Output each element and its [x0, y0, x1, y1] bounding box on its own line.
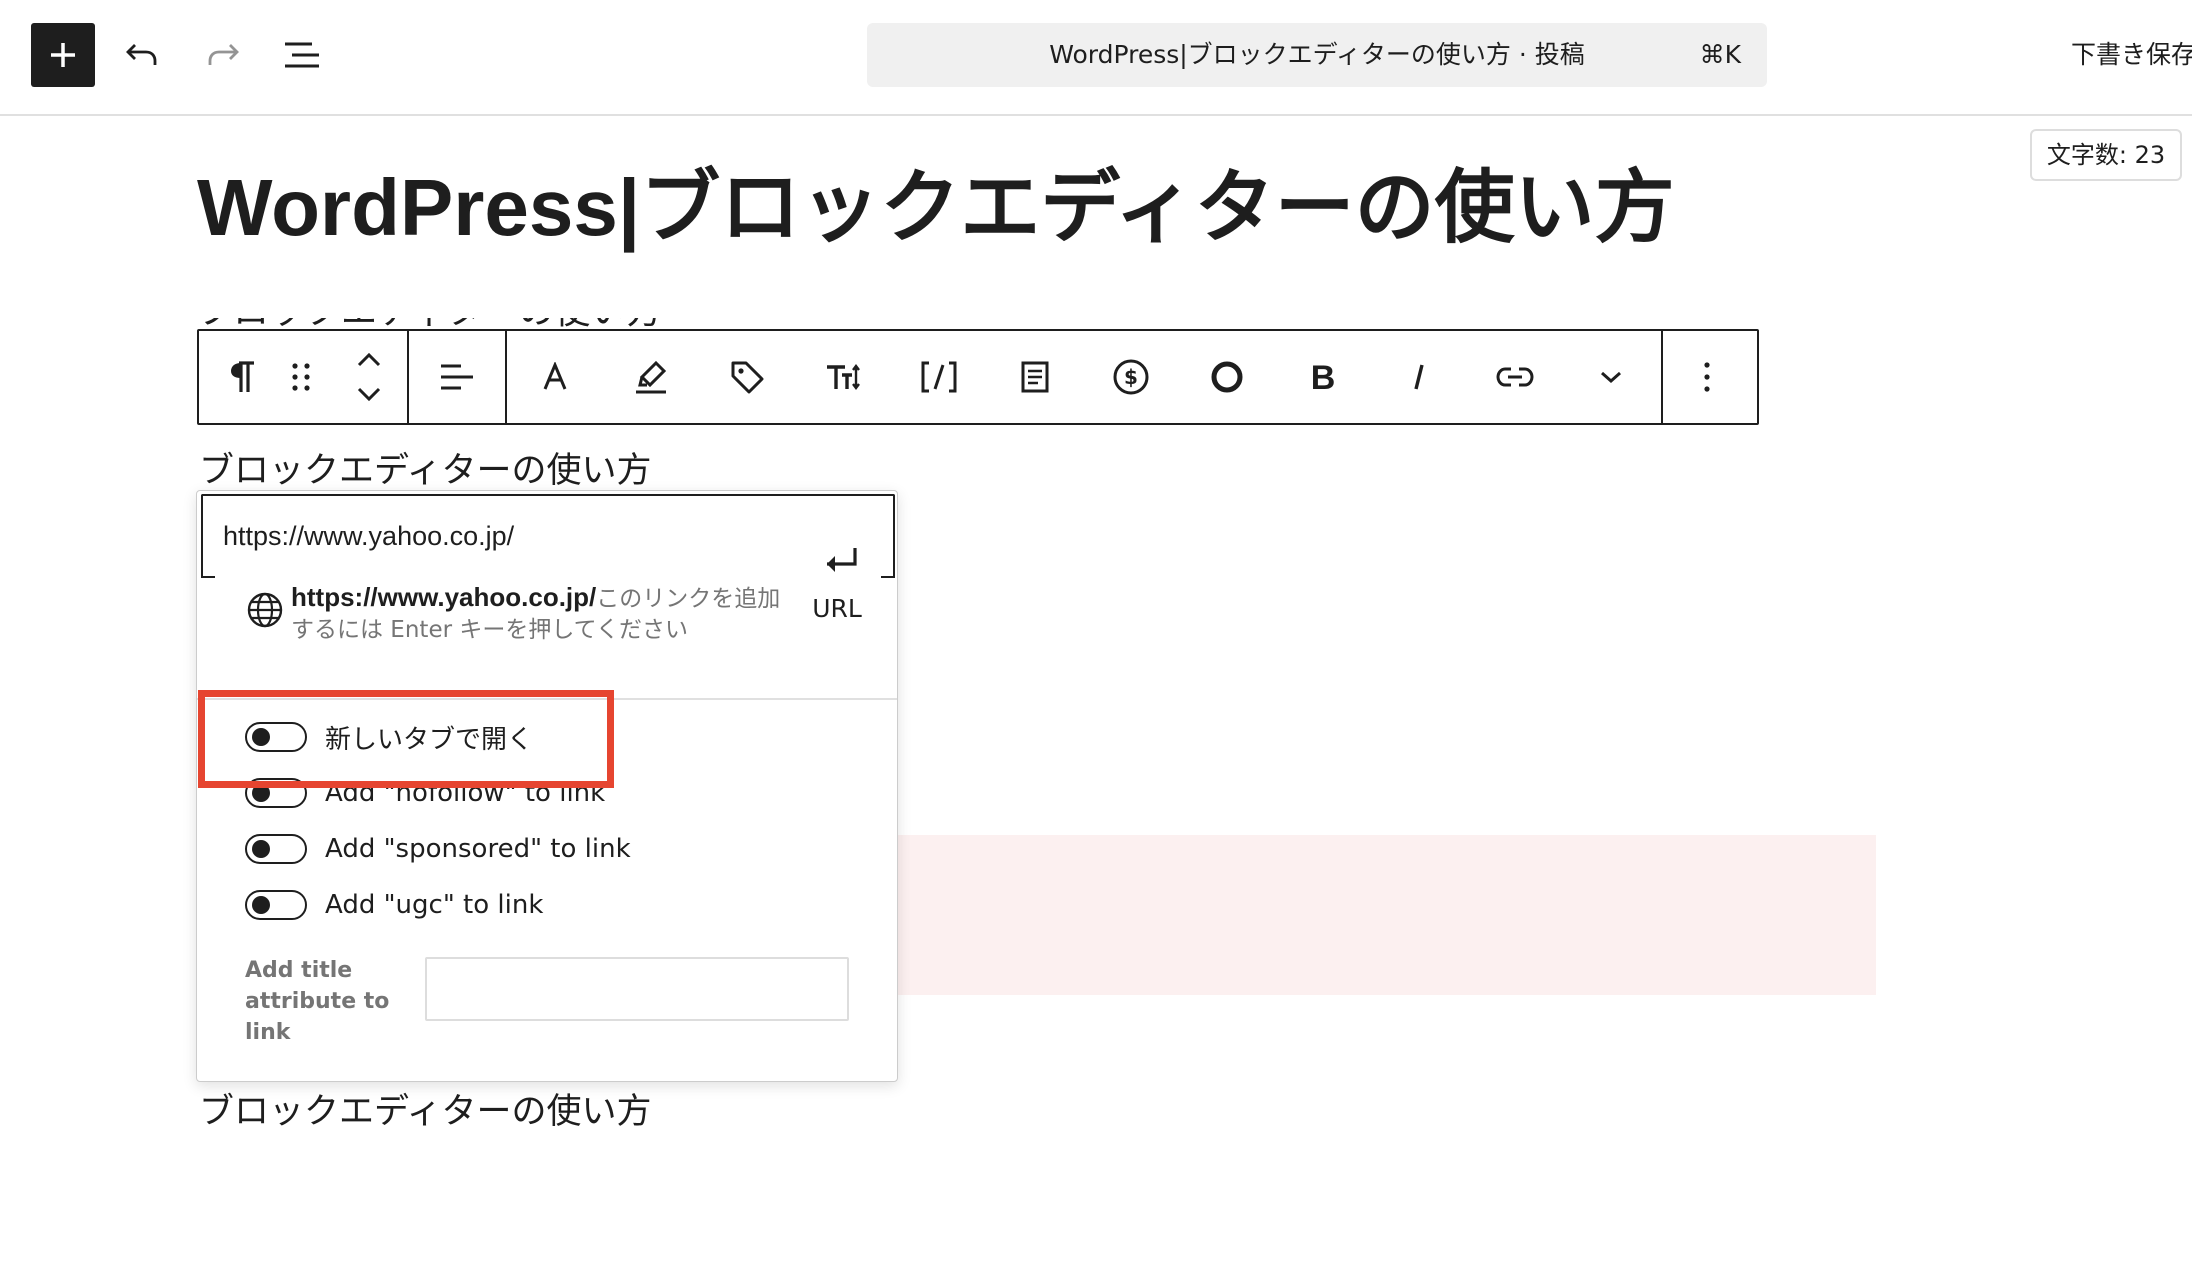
block-type-button[interactable]: [217, 351, 269, 403]
block-inserter-button[interactable]: [31, 23, 95, 87]
command-palette-bar[interactable]: WordPress|ブロックエディターの使い方 · 投稿 ⌘K: [867, 23, 1767, 87]
command-shortcut: ⌘K: [1699, 40, 1741, 69]
toggle-switch[interactable]: [245, 890, 307, 920]
toolbar-separator: [407, 331, 409, 423]
more-options-icon: [1704, 362, 1710, 392]
submit-link-button[interactable]: URL: [791, 544, 883, 644]
svg-text:B: B: [1311, 361, 1336, 393]
redo-icon: [208, 44, 239, 65]
paragraph-block[interactable]: ブロックエディターの使い方: [199, 449, 652, 493]
bold-icon: B: [1311, 361, 1336, 393]
toggle-label: Add "ugc" to link: [325, 890, 544, 920]
link-suggestion[interactable]: https://www.yahoo.co.jp/このリンクを追加するには Ent…: [245, 582, 835, 672]
submit-label: URL: [812, 594, 862, 623]
excerpt-button[interactable]: [1009, 351, 1061, 403]
link-button[interactable]: [1489, 351, 1541, 403]
italic-icon: [1414, 364, 1424, 390]
more-rich-text-button[interactable]: [1585, 351, 1637, 403]
toggle-label: Add "sponsored" to link: [325, 834, 631, 864]
enter-arrow-icon: [827, 548, 857, 572]
shortcode-icon: [921, 361, 957, 393]
list-view-icon: [285, 42, 319, 68]
highlight-icon: [636, 360, 667, 394]
link-icon: [1496, 367, 1534, 387]
toolbar-separator: [1661, 331, 1663, 423]
suggestion-text: https://www.yahoo.co.jp/このリンクを追加するには Ent…: [291, 582, 791, 646]
tag-button[interactable]: [721, 351, 773, 403]
chevron-down-icon: [1601, 371, 1621, 384]
align-button[interactable]: [431, 351, 483, 403]
move-up-icon: [357, 352, 381, 367]
plus-icon: [51, 43, 75, 67]
move-down-button[interactable]: [343, 379, 395, 411]
highlight-button[interactable]: [625, 351, 677, 403]
font-size-button[interactable]: [817, 351, 869, 403]
dollar-icon: $: [1113, 359, 1149, 395]
post-title[interactable]: WordPress|ブロックエディターの使い方: [197, 158, 1675, 258]
word-count-badge: 文字数: 23: [2030, 129, 2182, 181]
monetize-button[interactable]: $: [1105, 351, 1157, 403]
suggestion-url: https://www.yahoo.co.jp/: [291, 582, 597, 612]
toggle-ugc[interactable]: Add "ugc" to link: [245, 885, 543, 925]
shortcode-button[interactable]: [913, 351, 965, 403]
input-corner: [881, 568, 895, 578]
list-view-button[interactable]: [276, 29, 328, 81]
italic-button[interactable]: [1393, 351, 1445, 403]
title-attribute-label: Add title attribute to link: [245, 958, 390, 1045]
text-color-button[interactable]: [529, 351, 581, 403]
paragraph-icon: [231, 361, 254, 392]
font-size-icon: [827, 364, 860, 390]
align-icon: [441, 364, 473, 390]
toggle-knob: [252, 840, 270, 858]
annotation-highlight-box: [198, 690, 614, 788]
text-color-icon: [543, 362, 567, 390]
excerpt-icon: [1021, 361, 1049, 393]
document-title: WordPress|ブロックエディターの使い方 · 投稿: [1049, 40, 1585, 69]
drag-handle-icon: [292, 363, 310, 391]
redo-button[interactable]: [197, 29, 249, 81]
globe-icon: [247, 592, 283, 628]
toggle-switch[interactable]: [245, 834, 307, 864]
editor-header: WordPress|ブロックエディターの使い方 · 投稿 ⌘K 下書き保存: [0, 0, 2192, 116]
title-attribute-input[interactable]: [425, 957, 849, 1021]
toolbar-separator: [505, 331, 507, 423]
input-corner: [201, 568, 215, 578]
undo-button[interactable]: [116, 29, 168, 81]
toggle-sponsored[interactable]: Add "sponsored" to link: [245, 829, 631, 869]
tag-icon: [731, 361, 764, 394]
paragraph-block[interactable]: ブロックエディターの使い方: [199, 1090, 652, 1134]
highlighted-block: [896, 835, 1876, 995]
drag-handle[interactable]: [275, 351, 327, 403]
bold-button[interactable]: B: [1297, 351, 1349, 403]
move-up-button[interactable]: [343, 343, 395, 375]
svg-text:$: $: [1124, 365, 1138, 389]
block-toolbar: $ B: [197, 329, 1759, 425]
toggle-knob: [252, 896, 270, 914]
circle-icon: [1211, 361, 1243, 393]
save-draft-button[interactable]: 下書き保存: [2071, 0, 2192, 110]
block-options-button[interactable]: [1681, 351, 1733, 403]
circle-button[interactable]: [1201, 351, 1253, 403]
move-down-icon: [357, 387, 381, 402]
undo-icon: [126, 44, 157, 65]
